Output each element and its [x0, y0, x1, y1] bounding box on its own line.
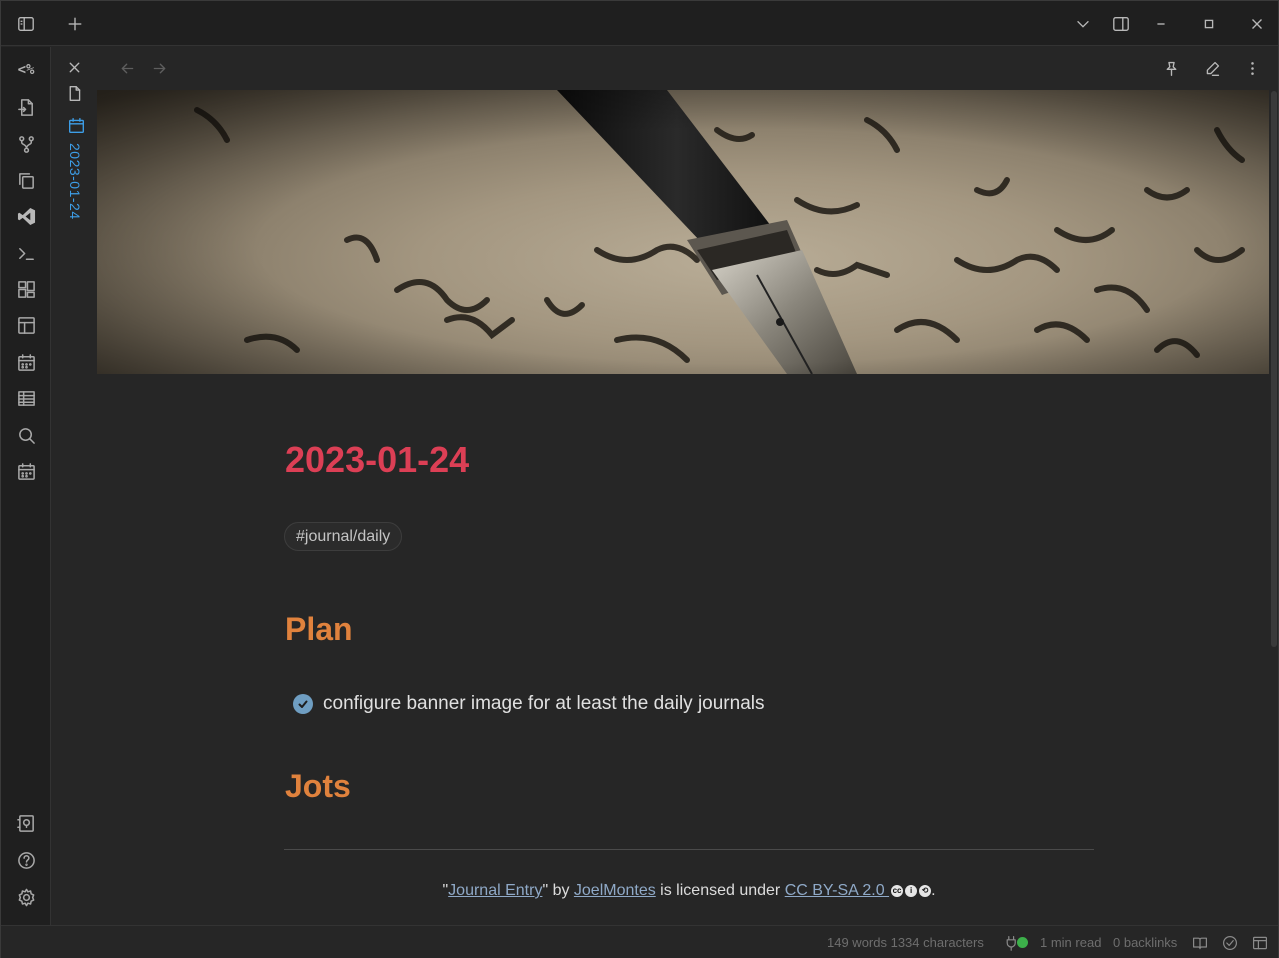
task-text: configure banner image for at least the … [323, 693, 765, 714]
banner-image [97, 90, 1269, 374]
backlinks-count[interactable]: 0 backlinks [1113, 935, 1177, 950]
file-icon[interactable] [63, 82, 85, 104]
app-window: <% 2023-01-24 2023-01-24 #journal/daily … [0, 0, 1279, 958]
title-bar [1, 1, 1278, 46]
terminal-icon[interactable] [14, 241, 38, 265]
vault-switcher-icon[interactable] [14, 811, 38, 835]
file-import-icon[interactable] [14, 95, 38, 119]
attribution-period: . [931, 882, 936, 899]
status-bar: 149 words 1334 characters 1 min read 0 b… [1, 925, 1278, 958]
attribution-licensed: is licensed under [655, 882, 785, 899]
search-icon[interactable] [14, 423, 38, 447]
layout-icon[interactable] [14, 313, 38, 337]
link-journal-entry[interactable]: Journal Entry [448, 882, 542, 899]
more-options-icon[interactable] [1241, 57, 1263, 79]
note-title: 2023-01-24 [285, 439, 470, 480]
tab-2023-01-24[interactable]: 2023-01-24 [67, 143, 83, 220]
word-count: 149 words 1334 characters [827, 935, 984, 950]
toggle-sidebar-icon[interactable] [12, 10, 40, 38]
cc-by-icon: i [905, 885, 918, 897]
attribution-by: " by [542, 882, 574, 899]
tab-calendar-icon [65, 114, 87, 136]
pin-icon[interactable] [1160, 57, 1182, 79]
new-tab-icon[interactable] [61, 10, 89, 38]
templater-label: <% [17, 62, 35, 78]
close-tab-icon[interactable] [63, 56, 85, 78]
read-time: 1 min read [1040, 935, 1102, 950]
check-circle-icon[interactable] [1221, 934, 1239, 952]
templater-icon[interactable]: <% [14, 58, 38, 82]
task-checked-icon[interactable] [293, 694, 313, 714]
table-icon[interactable] [14, 386, 38, 410]
close-window-icon[interactable] [1243, 10, 1271, 38]
tab-list-chevron-icon[interactable] [1069, 10, 1097, 38]
edit-pencil-icon[interactable] [1201, 57, 1223, 79]
toggle-right-sidebar-icon[interactable] [1107, 10, 1135, 38]
daily-note-calendar-icon[interactable] [14, 459, 38, 483]
copy-files-icon[interactable] [14, 168, 38, 192]
sync-ok-icon [1017, 937, 1028, 948]
git-branch-icon[interactable] [14, 132, 38, 156]
cc-sa-icon: ⟲ [919, 885, 932, 897]
vscode-icon[interactable] [14, 204, 38, 228]
calendar-icon[interactable] [14, 350, 38, 374]
horizontal-rule [284, 849, 1094, 850]
heading-jots: Jots [285, 768, 351, 804]
link-cc-by-sa[interactable]: CC BY-SA 2.0 [785, 882, 889, 899]
back-arrow-icon[interactable] [116, 57, 138, 79]
image-attribution: "Journal Entry" by JoelMontes is license… [1, 882, 1279, 900]
task-item: configure banner image for at least the … [293, 693, 764, 715]
dashboard-icon[interactable] [14, 277, 38, 301]
minimize-icon[interactable] [1147, 10, 1175, 38]
forward-arrow-icon[interactable] [148, 57, 170, 79]
maximize-icon[interactable] [1195, 10, 1223, 38]
scrollbar[interactable] [1271, 91, 1277, 647]
layout-panel-icon[interactable] [1251, 934, 1269, 952]
tag-pill[interactable]: #journal/daily [284, 522, 403, 551]
help-icon[interactable] [14, 848, 38, 872]
link-joelmontes[interactable]: JoelMontes [574, 882, 656, 899]
heading-plan: Plan [285, 611, 353, 647]
left-ribbon: <% [1, 47, 51, 925]
cc-logo-icon: cc [891, 885, 904, 897]
reading-view-book-icon[interactable] [1191, 934, 1209, 952]
